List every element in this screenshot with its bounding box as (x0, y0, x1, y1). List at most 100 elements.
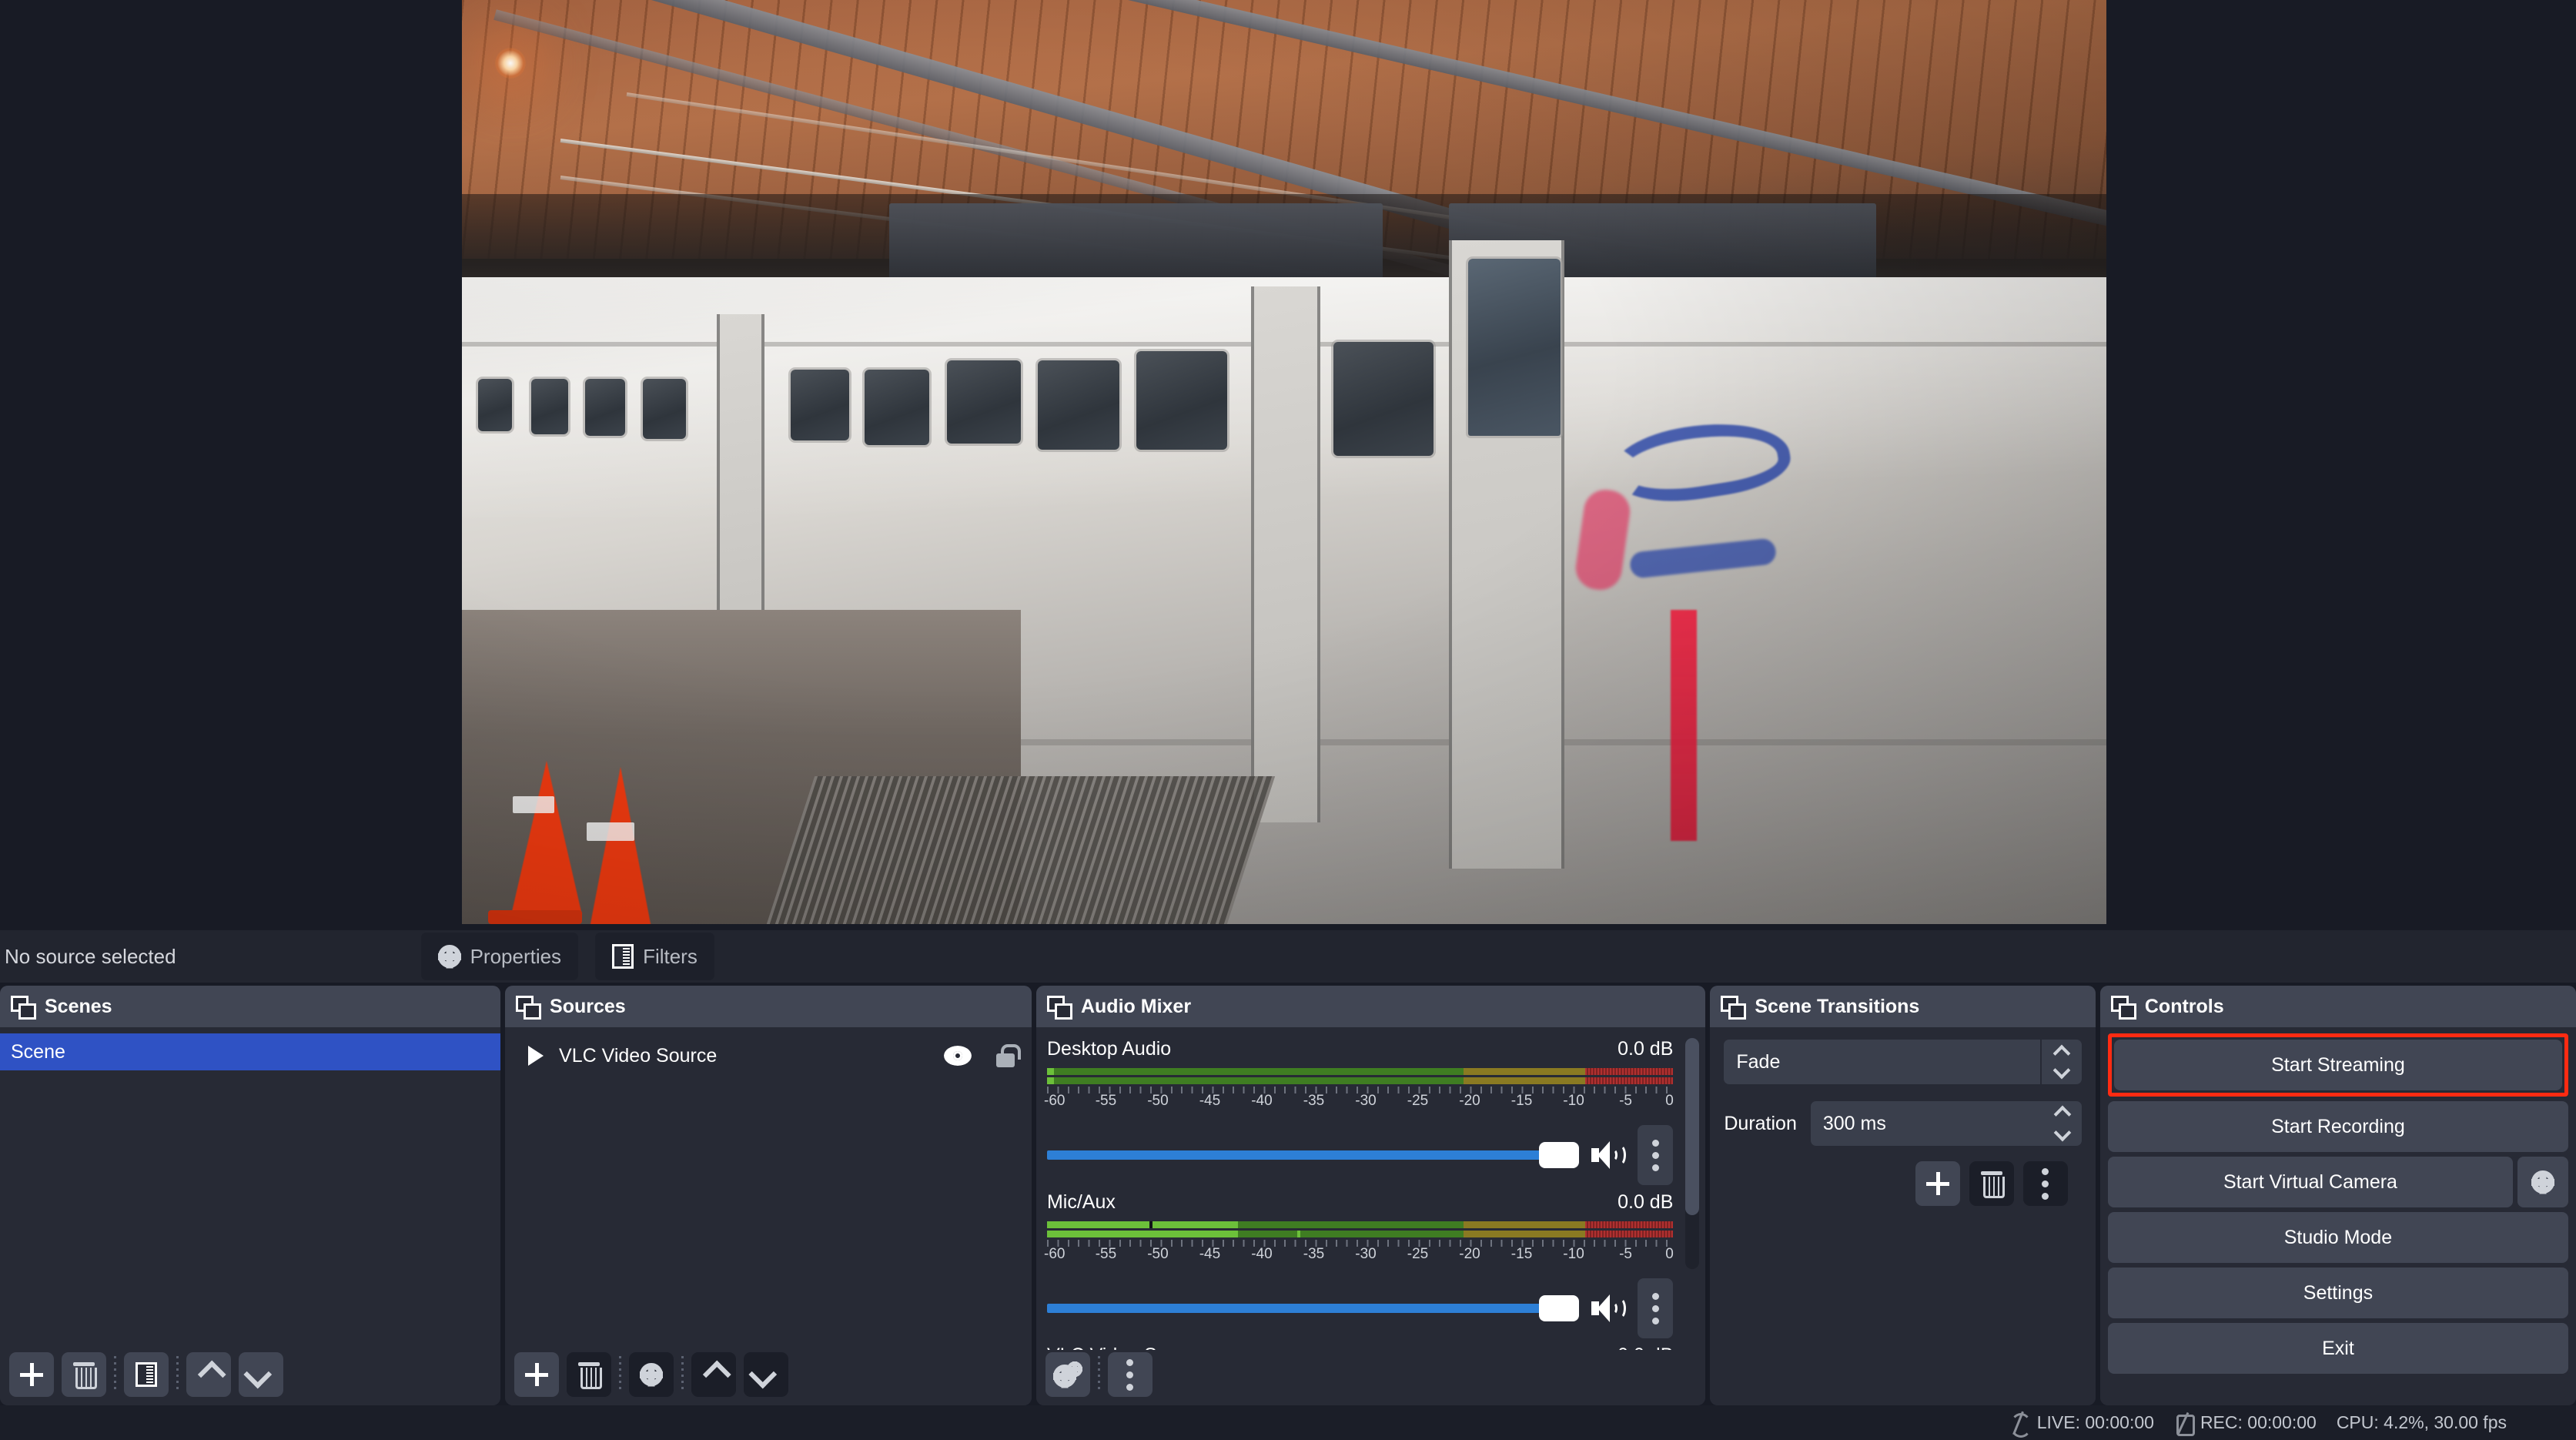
scene-list-item[interactable]: Scene (0, 1033, 501, 1070)
transition-type-select[interactable]: Fade (1724, 1040, 2082, 1084)
virtual-camera-row: Start Virtual Camera (2107, 1157, 2569, 1207)
mixer-volume-row (1046, 1278, 1674, 1338)
live-status-label: LIVE: 00:00:00 (2036, 1412, 2154, 1432)
remove-transition-button[interactable] (1969, 1161, 2014, 1206)
move-source-up-button[interactable] (691, 1352, 737, 1397)
roof-equipment (889, 203, 1383, 286)
meter-peak-indicator (1046, 1077, 1054, 1084)
transition-type-value: Fade (1736, 1050, 1781, 1073)
train-window (1136, 351, 1227, 450)
exit-button[interactable]: Exit (2107, 1323, 2569, 1374)
mixer-menu-button[interactable] (1107, 1352, 1153, 1397)
transition-menu-button[interactable] (2022, 1161, 2068, 1206)
sources-title-label: Sources (550, 995, 626, 1017)
move-source-down-button[interactable] (744, 1352, 789, 1397)
start-recording-button[interactable]: Start Recording (2107, 1101, 2569, 1152)
advanced-audio-properties-button[interactable] (1045, 1352, 1090, 1397)
move-scene-up-button[interactable] (186, 1352, 231, 1397)
plus-icon (20, 1363, 43, 1386)
sources-dock-title: Sources (505, 986, 1032, 1027)
sources-dock: Sources VLC Video Source (505, 986, 1032, 1405)
vertical-dots-icon (1651, 1139, 1659, 1171)
train-window (530, 379, 568, 434)
speaker-icon[interactable] (1591, 1294, 1627, 1322)
properties-button[interactable]: Properties (420, 933, 579, 980)
plus-icon (525, 1363, 549, 1386)
add-scene-button[interactable] (9, 1352, 54, 1397)
controls-body: Start Streaming Start Recording Start Vi… (2099, 1027, 2576, 1405)
graffiti-pink-stripe (1670, 610, 1697, 841)
settings-label: Settings (2303, 1281, 2374, 1304)
start-virtual-camera-button[interactable]: Start Virtual Camera (2107, 1157, 2514, 1207)
train-window (1037, 360, 1119, 450)
start-streaming-button[interactable]: Start Streaming (2113, 1040, 2563, 1090)
train-window (478, 379, 513, 431)
add-transition-button[interactable] (1915, 1161, 1960, 1206)
traffic-cone-base (488, 910, 583, 924)
scene-list[interactable]: Scene (0, 1027, 501, 1070)
vertical-dots-icon (2042, 1167, 2049, 1200)
mixer-track-menu-button[interactable] (1638, 1125, 1674, 1185)
remove-scene-button[interactable] (62, 1352, 106, 1397)
chevron-up-icon (2053, 1105, 2072, 1124)
vertical-dots-icon (1651, 1292, 1659, 1324)
speaker-icon[interactable] (1591, 1141, 1627, 1169)
status-bar: LIVE: 00:00:00 REC: 00:00:00 CPU: 4.2%, … (0, 1405, 2576, 1440)
mixer-body[interactable]: Desktop Audio 0.0 dB -60 -55 -50 -45 -40… (1035, 1027, 1706, 1350)
remove-source-button[interactable] (567, 1352, 612, 1397)
scene-transitions-dock: Scene Transitions Fade Duration 300 ms (1710, 986, 2096, 1405)
studio-mode-label: Studio Mode (2283, 1226, 2393, 1248)
mixer-track-db: 0.0 dB (1618, 1038, 1674, 1060)
eye-icon[interactable] (944, 1046, 972, 1066)
volume-slider[interactable] (1046, 1295, 1580, 1321)
preview-area[interactable] (0, 0, 2576, 924)
mixer-track-name: Desktop Audio (1046, 1038, 1172, 1060)
settings-button[interactable]: Settings (2107, 1268, 2569, 1318)
filter-icon (612, 944, 634, 969)
train-window (1333, 342, 1434, 456)
mixer-dock-title: Audio Mixer (1035, 986, 1706, 1027)
mixer-scrollbar[interactable] (1685, 1038, 1700, 1269)
scenes-title-label: Scenes (45, 995, 112, 1017)
program-preview-canvas[interactable] (462, 0, 2106, 924)
scene-filters-button[interactable] (124, 1352, 169, 1397)
add-source-button[interactable] (514, 1352, 560, 1397)
chevron-up-icon (2052, 1044, 2071, 1063)
trash-icon (73, 1362, 97, 1389)
volume-slider-handle[interactable] (1539, 1295, 1580, 1321)
sources-list-body[interactable]: VLC Video Source (505, 1027, 1032, 1350)
duration-input[interactable]: 300 ms (1810, 1101, 2082, 1146)
filters-button-label: Filters (643, 944, 698, 968)
scenes-dock: Scenes Scene (0, 986, 501, 1405)
unlocked-padlock-icon[interactable] (995, 1044, 1021, 1067)
ceiling-lamp (494, 48, 526, 79)
scenes-list-body[interactable]: Scene (0, 1027, 501, 1350)
studio-mode-button[interactable]: Studio Mode (2107, 1212, 2569, 1263)
chevron-down-icon (748, 1360, 778, 1389)
chevron-up-icon (702, 1360, 731, 1389)
duration-stepper-icon[interactable] (2043, 1101, 2082, 1146)
mixer-track-db: 0.0 dB (1618, 1191, 1674, 1213)
trash-icon (1980, 1171, 2005, 1198)
meter-scale: -60 -55 -50 -45 -40 -35 -30 -25 -20 -15 (1044, 1087, 1674, 1113)
stream-inactive-icon (2008, 1412, 2032, 1438)
mixer-track-menu-button[interactable] (1638, 1278, 1674, 1338)
source-list-item[interactable]: VLC Video Source (505, 1035, 1032, 1077)
virtual-camera-config-button[interactable] (2517, 1157, 2569, 1207)
source-action-toolbar: No source selected Properties Filters (0, 930, 2576, 983)
gear-icon (437, 945, 461, 968)
play-icon (528, 1046, 544, 1066)
volume-slider[interactable] (1046, 1142, 1580, 1168)
toolbar-separator (176, 1356, 179, 1393)
traffic-cone (585, 767, 657, 924)
meter-scale-labels: -60 -55 -50 -45 -40 -35 -30 -25 -20 -15 (1044, 1246, 1674, 1262)
move-scene-down-button[interactable] (239, 1352, 283, 1397)
toolbar-separator (619, 1356, 622, 1393)
mixer-toolbar (1035, 1350, 1706, 1405)
volume-slider-handle[interactable] (1539, 1142, 1580, 1168)
select-stepper-icon[interactable] (2039, 1040, 2082, 1084)
scenes-toolbar (0, 1350, 501, 1405)
filters-button[interactable]: Filters (595, 933, 714, 980)
source-properties-button[interactable] (629, 1352, 674, 1397)
chevron-down-icon (2052, 1061, 2071, 1080)
